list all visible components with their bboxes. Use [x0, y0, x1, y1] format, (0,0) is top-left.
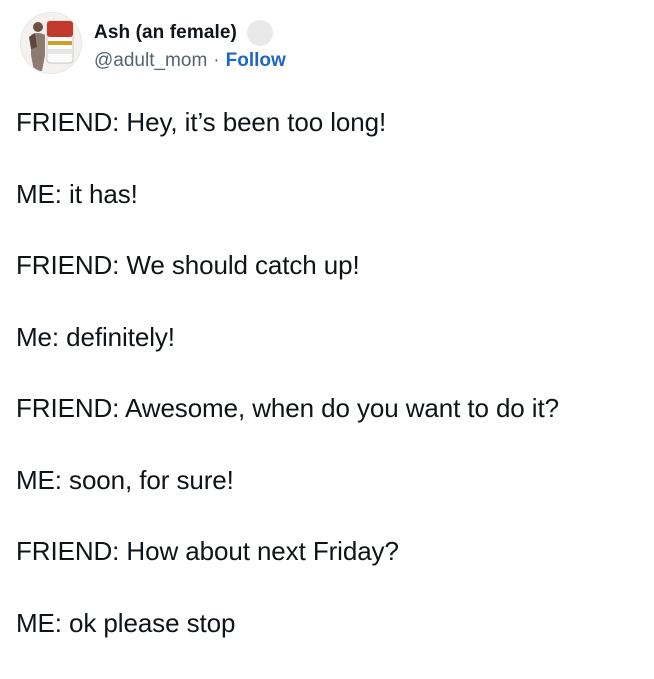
name-row: Ash (an female) [94, 20, 286, 46]
tweet-line: FRIEND: How about next Friday? [16, 536, 399, 566]
tweet-line: FRIEND: We should catch up! [16, 250, 360, 280]
author-handle[interactable]: @adult_mom [94, 50, 207, 72]
soup-can-avatar-icon [21, 13, 81, 73]
tweet-line: FRIEND: Awesome, when do you want to do … [16, 393, 559, 423]
handle-row: @adult_mom · Follow [94, 48, 286, 74]
tweet-line: FRIEND: Hey, it’s been too long! [16, 107, 387, 137]
separator-dot: · [213, 50, 220, 71]
badge-placeholder-icon [246, 20, 273, 46]
tweet-line: ME: it has! [16, 178, 138, 209]
tweet-line: ME: ok please stop [16, 607, 236, 638]
author-names: Ash (an female) @adult_mom · Follow [94, 20, 286, 74]
tweet-card: Ash (an female) @adult_mom · Follow FRIE… [0, 0, 654, 654]
tweet-header: Ash (an female) @adult_mom · Follow [20, 12, 286, 82]
tweet-line: Me: definitely! [16, 321, 175, 352]
tweet-text: FRIEND: Hey, it’s been too long! ME: it … [16, 107, 646, 679]
tweet-line: ME: soon, for sure! [16, 464, 234, 495]
avatar[interactable] [20, 12, 82, 74]
author-display-name[interactable]: Ash (an female) [94, 22, 237, 44]
follow-button[interactable]: Follow [226, 50, 286, 72]
